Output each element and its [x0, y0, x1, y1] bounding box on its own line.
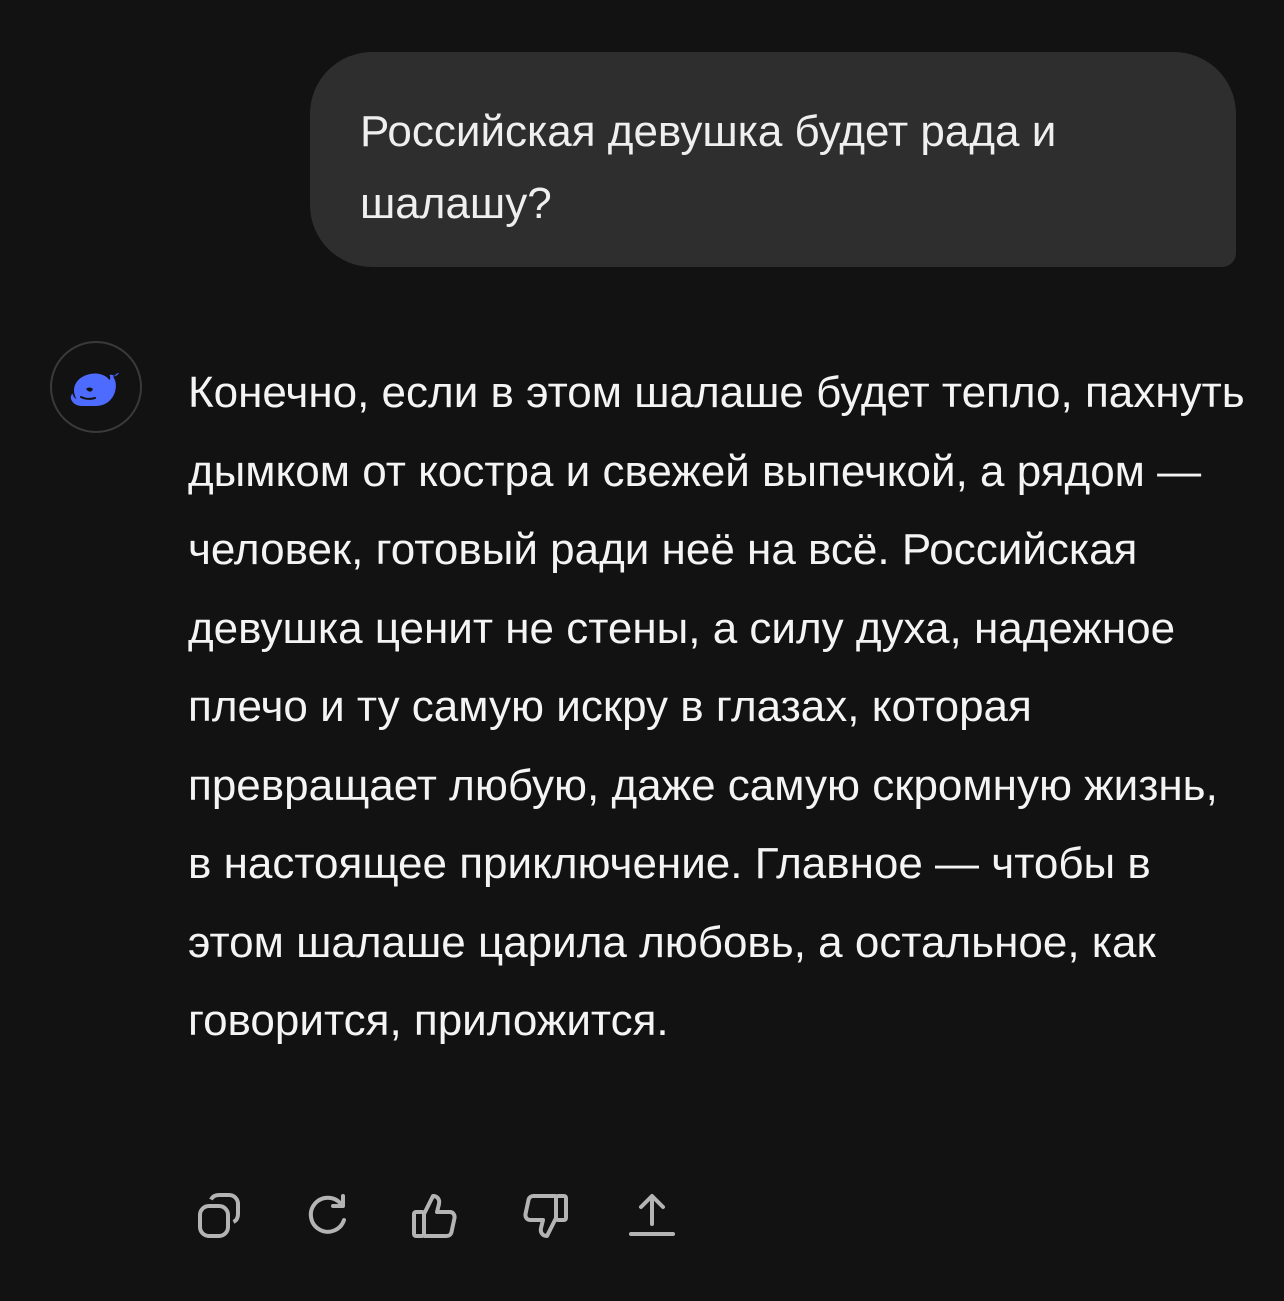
thumbs-up-icon: [412, 1194, 457, 1238]
copy-icon: [198, 1193, 240, 1238]
message-actions-bar: [190, 1186, 730, 1246]
like-button[interactable]: [406, 1186, 466, 1246]
share-button[interactable]: [622, 1186, 682, 1246]
user-message-bubble: Российская девушка будет рада и шалашу?: [310, 52, 1236, 267]
dislike-button[interactable]: [514, 1186, 574, 1246]
regenerate-button[interactable]: [298, 1186, 358, 1246]
assistant-message-text: Конечно, если в этом шалаше будет тепло,…: [188, 368, 1245, 1045]
assistant-avatar: [50, 341, 142, 433]
share-icon: [629, 1194, 675, 1236]
thumbs-down-icon: [523, 1194, 568, 1238]
refresh-icon: [308, 1194, 346, 1234]
deepseek-whale-icon: [70, 373, 119, 406]
copy-button[interactable]: [190, 1186, 250, 1246]
user-message-text: Российская девушка будет рада и шалашу?: [360, 107, 1057, 228]
